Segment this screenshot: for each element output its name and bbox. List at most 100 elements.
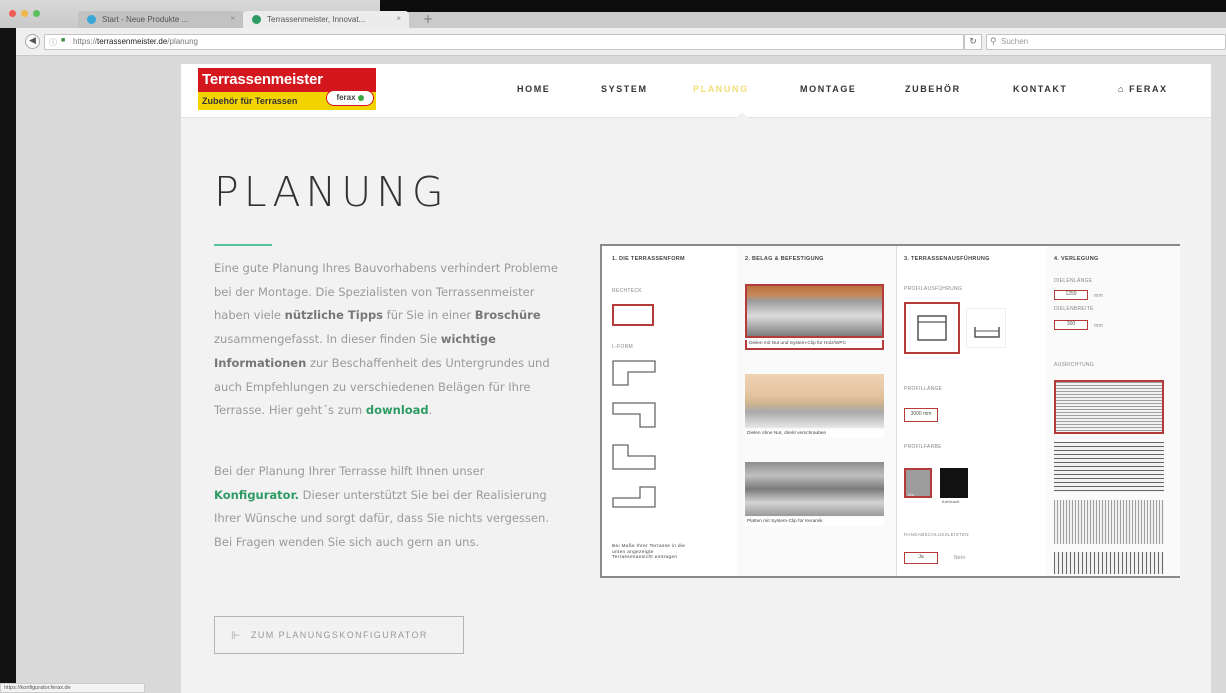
home-icon: ⌂ [1118, 84, 1130, 94]
lock-icon: ■ [61, 37, 66, 44]
randab-nein[interactable]: Nein [954, 555, 965, 561]
swatch-label: Anthrazit [942, 500, 960, 504]
nav-home[interactable]: HOME [517, 84, 550, 94]
nav-planung[interactable]: PLANUNG [693, 84, 749, 94]
belag-caption-1: Dielen mit Nut und System-Clip für Holz/… [745, 340, 884, 350]
profillaenge-label: PROFILLÄNGE [904, 386, 943, 392]
zoom-window-dot[interactable] [33, 10, 40, 17]
search-input[interactable]: ⚲ Suchen [986, 34, 1226, 50]
nav-kontakt[interactable]: KONTAKT [1013, 84, 1068, 94]
unit-label: mm [1094, 293, 1103, 299]
belag-photo-2[interactable] [745, 374, 884, 428]
site-header: Terrassenmeister Zubehör für Terrassen f… [181, 64, 1211, 118]
title-underline [214, 244, 272, 246]
screen-edge-top [380, 0, 1226, 12]
reload-button[interactable]: ↻ [964, 34, 982, 50]
back-button[interactable]: ◀ [25, 34, 40, 49]
nav-ferax[interactable]: ⌂ FERAX [1118, 84, 1168, 94]
search-icon: ⚲ [990, 36, 997, 46]
lform-label: L-FORM [612, 344, 633, 350]
configurator-icon: ⊩ [231, 630, 242, 642]
profil-option[interactable] [966, 308, 1006, 348]
page-title: PLANUNG [214, 168, 449, 216]
nav-montage[interactable]: MONTAGE [800, 84, 857, 94]
text: Bei der Planung Ihrer Terrasse hilft Ihn… [214, 464, 485, 478]
url-domain: terrassenmeister.de [97, 37, 168, 46]
rechteck-shape[interactable] [612, 304, 654, 326]
layout-option-staggered[interactable] [1054, 442, 1164, 492]
active-nav-caret [736, 112, 748, 118]
configurator-paragraph: Bei der Planung Ihrer Terrasse hilft Ihn… [214, 460, 564, 555]
close-window-dot[interactable] [9, 10, 16, 17]
url-path: /planung [167, 37, 198, 46]
lform-shape-1[interactable] [612, 360, 656, 386]
profillaenge-select[interactable]: 3000 mm [904, 408, 938, 422]
dielenlaenge-input[interactable]: 1250 [1054, 290, 1088, 300]
address-bar-row: ◀ ⓘ ■ https://terrassenmeister.de/planun… [16, 28, 1226, 56]
browser-tab-active[interactable]: Terrassenmeister, Innovat... × [243, 11, 409, 28]
lform-shape-4[interactable] [612, 486, 656, 508]
url-field[interactable]: ⓘ ■ https://terrassenmeister.de/planung [44, 34, 964, 50]
logo[interactable]: Terrassenmeister Zubehör für Terrassen f… [198, 68, 376, 112]
layout-option-vertical-staggered[interactable] [1054, 552, 1164, 574]
step-ausfuehrung: 3. TERRASSENAUSFÜHRUNG PROFILAUSFÜHRUNG … [896, 246, 1046, 576]
screen-edge [0, 0, 16, 693]
tab-favicon-icon [87, 15, 96, 24]
nav-ferax-label: FERAX [1129, 84, 1168, 94]
nav-zubehoer[interactable]: ZUBEHÖR [905, 84, 961, 94]
belag-photo-3[interactable] [745, 462, 884, 516]
step-verlegung: 4. VERLEGUNG DIELENLÄNGE 1250 mm DIELENB… [1046, 246, 1180, 576]
belag-caption-2: Dielen ohne Nut, direkt verschrauben [745, 430, 884, 438]
tab-bar-extension [380, 12, 1226, 28]
tab-close-icon[interactable]: × [396, 14, 401, 23]
tab-title: Start - Neue Produkte ... [102, 15, 189, 24]
layout-option-horizontal[interactable] [1054, 380, 1164, 434]
profil-label: PROFILAUSFÜHRUNG [904, 286, 963, 292]
text-bold: nützliche Tipps [284, 308, 384, 323]
step-title: 4. VERLEGUNG [1054, 256, 1099, 262]
ausrichtung-label: AUSRICHTUNG [1054, 362, 1094, 368]
nav-system[interactable]: SYSTEM [601, 84, 648, 94]
layout-option-vertical[interactable] [1054, 500, 1164, 544]
dielenbreite-input[interactable]: 300 [1054, 320, 1088, 330]
lform-shape-3[interactable] [612, 444, 656, 470]
step-title: 1. DIE TERRASSENFORM [612, 256, 685, 262]
text-bold: Broschüre [474, 308, 541, 323]
site-info-icon[interactable]: ⓘ [49, 37, 57, 48]
text: für Sie in einer [383, 308, 475, 323]
randab-ja[interactable]: Ja [904, 552, 938, 564]
configurator-preview-image[interactable]: 1. DIE TERRASSENFORM RECHTECK L-FORM Bei… [600, 244, 1180, 578]
unit-label: mm [1094, 323, 1103, 329]
step-title: 3. TERRASSENAUSFÜHRUNG [904, 256, 990, 262]
dielenlaenge-label: DIELENLÄNGE [1054, 278, 1093, 284]
profile-u-icon [917, 315, 947, 341]
swatch-label: Alu [908, 493, 915, 497]
badge-text: ferax [336, 93, 356, 102]
hint-text: Bei Maße Ihrer Terrasse in die unten ang… [612, 544, 686, 561]
rechteck-label: RECHTECK [612, 288, 642, 294]
profilfarbe-label: PROFILFARBE [904, 444, 942, 450]
text: . [428, 403, 433, 418]
step-belag: 2. BELAG & BEFESTIGUNG Dielen mit Nut un… [737, 246, 896, 576]
configurator-button-label: ZUM PLANUNGSKONFIGURATOR [251, 630, 428, 640]
color-swatch-anthrazit[interactable] [940, 468, 968, 498]
text: zusammengefasst. In dieser finden Sie [214, 332, 441, 347]
download-link[interactable]: download [366, 403, 429, 417]
tab-favicon-icon [252, 15, 261, 24]
ferax-badge: ferax [326, 90, 374, 106]
search-placeholder: Suchen [1001, 37, 1029, 46]
randab-label: RANDABSCHLUSSLEISTEN [904, 532, 969, 537]
profil-option-selected[interactable] [904, 302, 960, 354]
site-container: Terrassenmeister Zubehör für Terrassen f… [181, 64, 1211, 693]
configurator-button[interactable]: ⊩ ZUM PLANUNGSKONFIGURATOR [214, 616, 464, 654]
badge-dot-icon [357, 94, 364, 101]
status-bar-url: https://konfigurator.ferax.de [0, 683, 145, 693]
browser-tab[interactable]: Start - Neue Produkte ... × [78, 11, 243, 28]
page-viewport: Terrassenmeister Zubehör für Terrassen f… [16, 56, 1226, 693]
tab-close-icon[interactable]: × [230, 14, 235, 23]
belag-photo-1[interactable] [745, 284, 884, 338]
new-tab-button[interactable]: + [416, 12, 440, 27]
konfigurator-link[interactable]: Konfigurator. [214, 488, 299, 502]
lform-shape-2[interactable] [612, 402, 656, 428]
minimize-window-dot[interactable] [21, 10, 28, 17]
